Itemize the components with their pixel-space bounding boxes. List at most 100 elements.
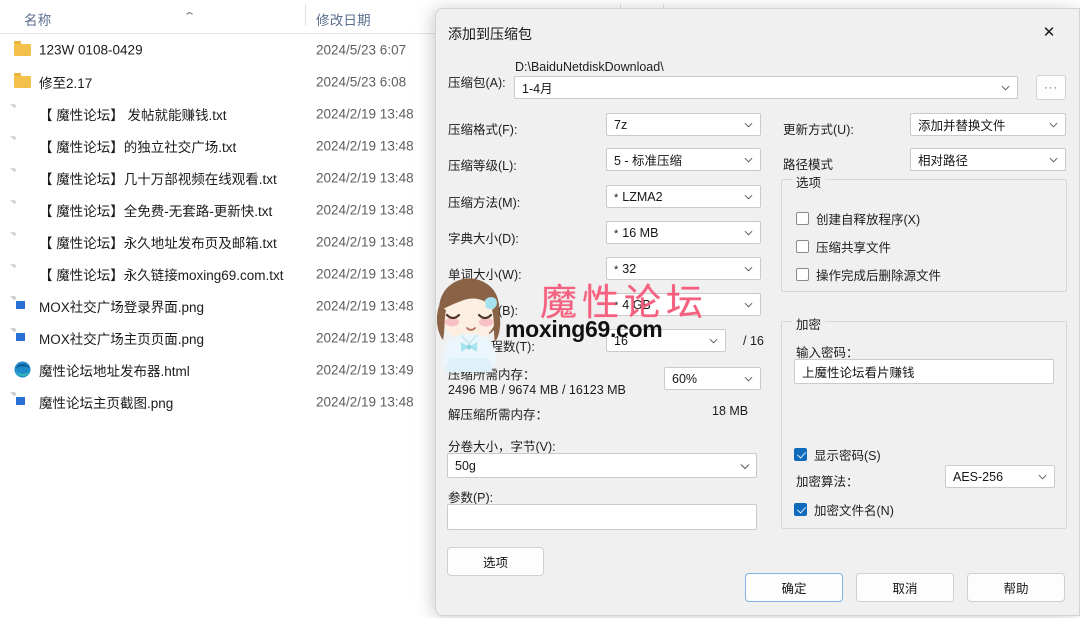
file-name: MOX社交广场登录界面.png (39, 300, 205, 315)
format-label: 压缩格式(F): (448, 123, 518, 137)
path-mode-label: 路径模式 (783, 158, 834, 172)
file-date: 2024/2/19 13:48 (316, 202, 414, 218)
dictionary-size-combo[interactable]: * 16 MB (606, 221, 761, 244)
chevron-down-icon (744, 264, 753, 273)
file-date: 2024/2/19 13:48 (316, 170, 414, 186)
cpu-threads-combo[interactable]: 16 (606, 329, 726, 352)
file-date: 2024/5/23 6:07 (316, 42, 407, 58)
column-header-name[interactable]: 名称 ⌃ (24, 9, 196, 29)
format-combo[interactable]: 7z (606, 113, 761, 136)
checkbox-icon (796, 240, 809, 253)
file-name: 【 魔性论坛】永久地址发布页及邮箱.txt (39, 236, 277, 251)
level-combo[interactable]: 5 - 标准压缩 (606, 148, 761, 171)
path-mode-combo[interactable]: 相对路径 (910, 148, 1066, 171)
file-name: 魔性论坛地址发布器.html (39, 364, 190, 379)
volume-size-value: 50g (455, 458, 476, 473)
add-to-archive-dialog: 添加到压缩包 ✕ 压缩包(A): D:\BaiduNetdiskDownload… (435, 8, 1080, 616)
help-button[interactable]: 帮助 (967, 573, 1065, 602)
block-size-star: * (614, 299, 619, 312)
checkbox-compress-shared-label: 压缩共享文件 (816, 241, 892, 255)
block-size-value: 4 GB (622, 297, 651, 312)
file-name: 123W 0108-0429 (39, 42, 143, 58)
cpu-threads-label: CPU 线程数(T): (448, 340, 535, 354)
file-name: 魔性论坛主页截图.png (39, 396, 174, 411)
options-button[interactable]: 选项 (447, 547, 544, 576)
checkbox-icon (796, 212, 809, 225)
checkbox-create-sfx[interactable]: 创建自释放程序(X) (796, 209, 920, 228)
method-star: * (614, 191, 619, 204)
file-name: 【 魔性论坛】 发帖就能赚钱.txt (39, 108, 227, 123)
path-mode-value: 相对路径 (918, 154, 969, 168)
update-mode-combo[interactable]: 添加并替换文件 (910, 113, 1066, 136)
edge-browser-icon (14, 361, 31, 382)
file-name: 修至2.17 (39, 76, 93, 91)
chevron-down-icon (744, 300, 753, 309)
memory-percent-value: 60% (672, 371, 698, 386)
compress-memory-value: 2496 MB / 9674 MB / 16123 MB (448, 383, 626, 397)
word-size-label: 单词大小(W): (448, 268, 522, 282)
sort-ascending-icon: ⌃ (182, 11, 197, 23)
chevron-down-icon (744, 228, 753, 237)
parameters-input[interactable] (447, 504, 757, 530)
ok-button[interactable]: 确定 (745, 573, 843, 602)
file-name: 【 魔性论坛】永久链接moxing69.com.txt (39, 268, 284, 283)
volume-size-combo[interactable]: 50g (447, 453, 757, 478)
checkbox-delete-after[interactable]: 操作完成后删除源文件 (796, 265, 941, 284)
checkbox-icon (796, 268, 809, 281)
chevron-down-icon (1038, 472, 1047, 481)
checkbox-show-password[interactable]: 显示密码(S) (794, 445, 881, 464)
close-icon[interactable]: ✕ (1027, 17, 1071, 47)
cancel-button[interactable]: 取消 (856, 573, 954, 602)
word-size-star: * (614, 263, 619, 276)
file-date: 2024/2/19 13:48 (316, 330, 414, 346)
browse-button[interactable]: ··· (1036, 75, 1066, 100)
file-name: MOX社交广场主页页面.png (39, 332, 205, 347)
chevron-down-icon (744, 120, 753, 129)
method-value: LZMA2 (622, 189, 663, 204)
update-mode-value: 添加并替换文件 (918, 119, 1006, 133)
chevron-down-icon (1049, 120, 1058, 129)
level-label: 压缩等级(L): (448, 159, 517, 173)
file-date: 2024/2/19 13:48 (316, 298, 414, 314)
chevron-down-icon (1001, 83, 1010, 92)
archive-path-text: D:\BaiduNetdiskDownload\ (515, 60, 664, 74)
level-value: 5 - 标准压缩 (614, 154, 683, 168)
word-size-combo[interactable]: * 32 (606, 257, 761, 280)
word-size-value: 32 (622, 261, 637, 276)
archive-name-value: 1-4月 (522, 82, 553, 96)
dictionary-size-label: 字典大小(D): (448, 232, 519, 246)
method-combo[interactable]: * LZMA2 (606, 185, 761, 208)
checkbox-icon (794, 503, 807, 516)
checkbox-compress-shared[interactable]: 压缩共享文件 (796, 237, 891, 256)
compress-memory-label: 压缩所需内存： (448, 368, 536, 382)
dialog-title: 添加到压缩包 (448, 26, 532, 42)
archive-name-combo[interactable]: 1-4月 (514, 76, 1018, 99)
decompress-memory-label: 解压缩所需内存： (448, 408, 549, 422)
encryption-algorithm-label: 加密算法： (796, 475, 859, 489)
screen: 名称 ⌃ 修改日期 123W 0108-0429 2024/5/23 6:07 修至… (0, 0, 1080, 618)
encryption-algorithm-combo[interactable]: AES-256 (945, 465, 1055, 488)
archive-label: 压缩包(A): (448, 76, 506, 90)
format-value: 7z (614, 117, 628, 132)
cpu-threads-total: / 16 (743, 334, 764, 348)
file-date: 2024/2/19 13:48 (316, 138, 414, 154)
cpu-threads-value: 16 (614, 333, 628, 348)
password-input[interactable]: 上魔性论坛看片赚钱 (794, 359, 1054, 384)
checkbox-delete-after-label: 操作完成后删除源文件 (816, 269, 942, 283)
checkbox-create-sfx-label: 创建自释放程序(X) (816, 213, 921, 227)
file-date: 2024/2/19 13:48 (316, 266, 414, 282)
chevron-down-icon (709, 336, 718, 345)
chevron-down-icon (744, 155, 753, 164)
dictionary-size-value: 16 MB (622, 225, 659, 240)
file-date: 2024/5/23 6:08 (316, 74, 407, 90)
decompress-memory-value: 18 MB (712, 404, 749, 418)
chevron-down-icon (744, 374, 753, 383)
memory-percent-combo[interactable]: 60% (664, 367, 761, 390)
checkbox-encrypt-filenames[interactable]: 加密文件名(N) (794, 500, 894, 519)
checkbox-icon (794, 448, 807, 461)
block-size-combo[interactable]: * 4 GB (606, 293, 761, 316)
encryption-group-title: 加密 (792, 314, 826, 333)
column-header-date[interactable]: 修改日期 (316, 9, 371, 29)
password-value: 上魔性论坛看片赚钱 (802, 366, 915, 380)
chevron-down-icon (1049, 155, 1058, 164)
